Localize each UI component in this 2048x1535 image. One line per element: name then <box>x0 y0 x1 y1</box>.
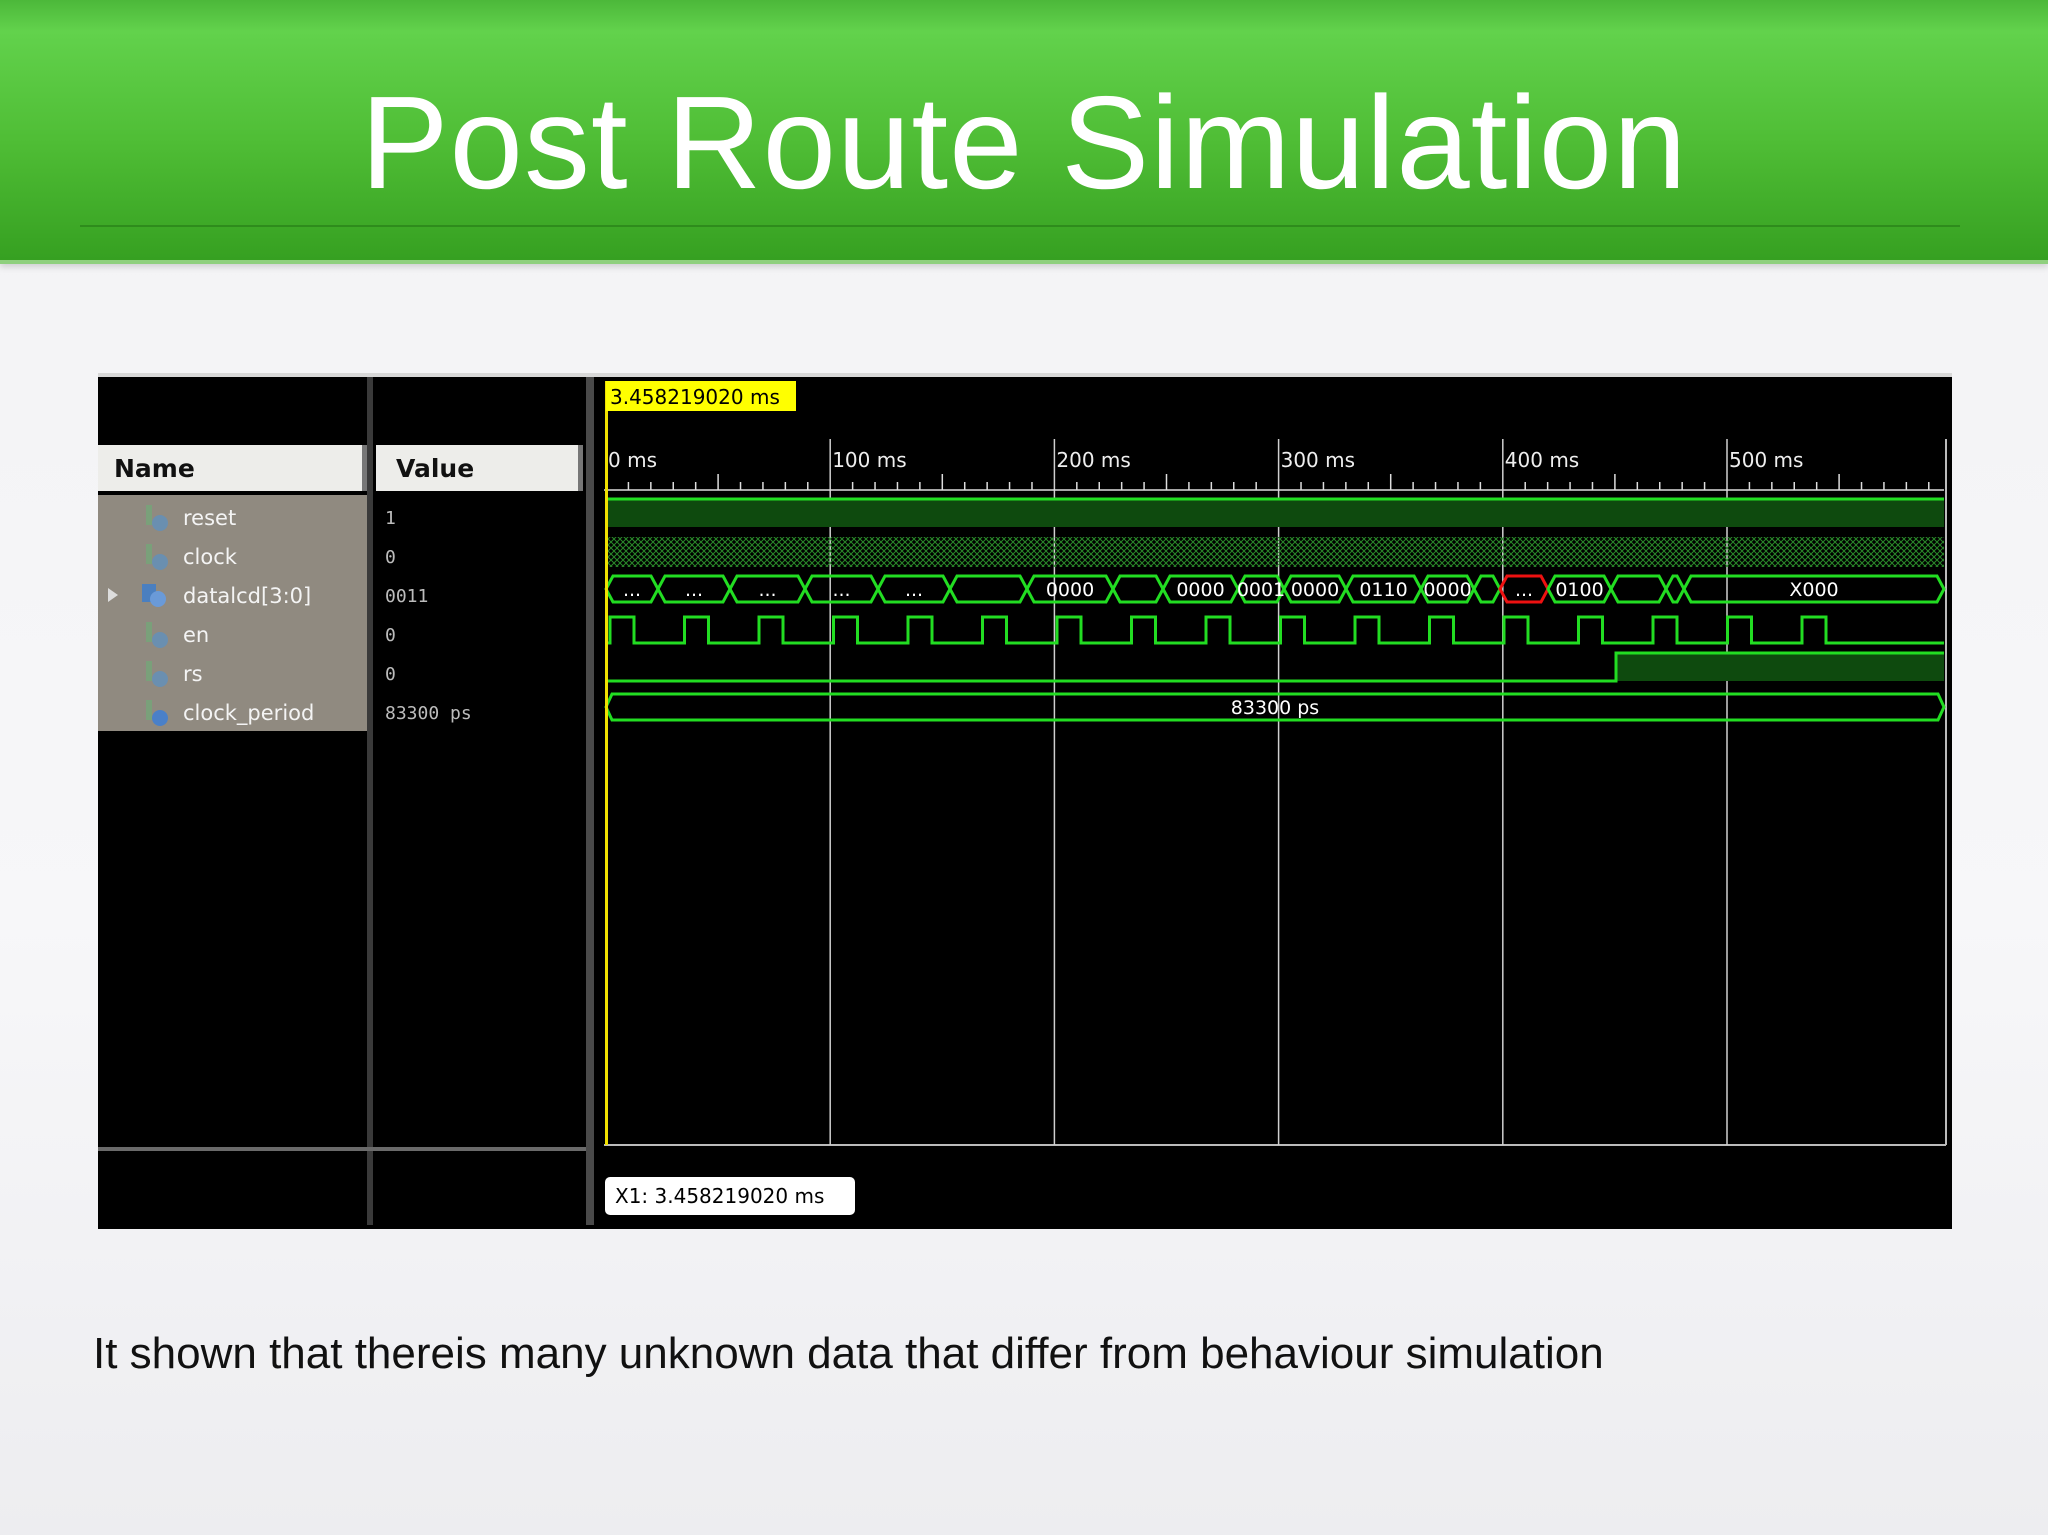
time-cursor[interactable] <box>605 381 608 1145</box>
signal-value: 0011 <box>385 586 428 607</box>
cursor-time-label: 3.458219020 ms <box>610 385 780 409</box>
bus-value-label: 0000 <box>1046 579 1094 601</box>
time-tick-label: 500 ms <box>1729 448 1803 472</box>
signal-value: 0 <box>385 664 396 685</box>
trace-clock <box>606 537 1944 567</box>
time-tick-label: 0 ms <box>608 448 657 472</box>
waveform-viewer: Name Value reset 1 clock 0 datalcd[3:0] 0011 e… <box>98 373 1952 1229</box>
signal-name: rs <box>183 662 203 686</box>
signal-name: clock <box>183 545 238 569</box>
signal-name-panel <box>98 495 367 731</box>
cursor-readout-label: X1: 3.458219020 ms <box>615 1184 824 1208</box>
bus-value-label: 0100 <box>1555 579 1603 601</box>
trace-rs-fill <box>1616 653 1944 681</box>
name-value-splitter[interactable] <box>367 377 373 1225</box>
title-banner: Post Route Simulation <box>0 0 2048 264</box>
waveform-canvas: Name Value reset 1 clock 0 datalcd[3:0] 0011 e… <box>98 377 1952 1225</box>
signal-value: 0 <box>385 625 396 646</box>
bus-value-label: ... <box>905 579 923 601</box>
bus-value-label: 0001 <box>1237 579 1285 601</box>
header-edge <box>362 445 367 491</box>
signal-name: en <box>183 623 209 647</box>
time-tick-label: 100 ms <box>832 448 906 472</box>
value-header-label: Value <box>396 454 474 483</box>
bus-value-label: ... <box>832 579 850 601</box>
bus-value-label: 0000 <box>1291 579 1339 601</box>
slide-title: Post Route Simulation <box>360 69 1688 216</box>
slide-caption: It shown that thereis many unknown data … <box>93 1329 1604 1378</box>
trace-reset-fill <box>606 499 1944 527</box>
bus-value-label: X000 <box>1789 579 1838 601</box>
value-wave-splitter[interactable] <box>586 377 594 1225</box>
signal-value: 83300 ps <box>385 703 472 724</box>
signal-name: clock_period <box>183 701 314 726</box>
bus-value-label: 0000 <box>1176 579 1224 601</box>
bus-value-label: ... <box>1515 579 1533 601</box>
time-tick-label: 200 ms <box>1056 448 1130 472</box>
signal-name: reset <box>183 506 236 530</box>
time-tick-label: 300 ms <box>1281 448 1355 472</box>
bus-value-label: ... <box>758 579 776 601</box>
bus-value-label: ... <box>623 579 641 601</box>
name-header-label: Name <box>114 454 195 483</box>
clock-period-label: 83300 ps <box>1231 697 1319 719</box>
signal-value: 0 <box>385 547 396 568</box>
bus-value-label: ... <box>685 579 703 601</box>
signal-value: 1 <box>385 508 396 529</box>
panel-bottom-divider <box>98 1147 586 1151</box>
header-edge <box>578 445 583 491</box>
time-tick-label: 400 ms <box>1505 448 1579 472</box>
bus-value-label: 0110 <box>1359 579 1407 601</box>
bus-value-label: 0000 <box>1423 579 1471 601</box>
signal-name: datalcd[3:0] <box>183 584 311 608</box>
